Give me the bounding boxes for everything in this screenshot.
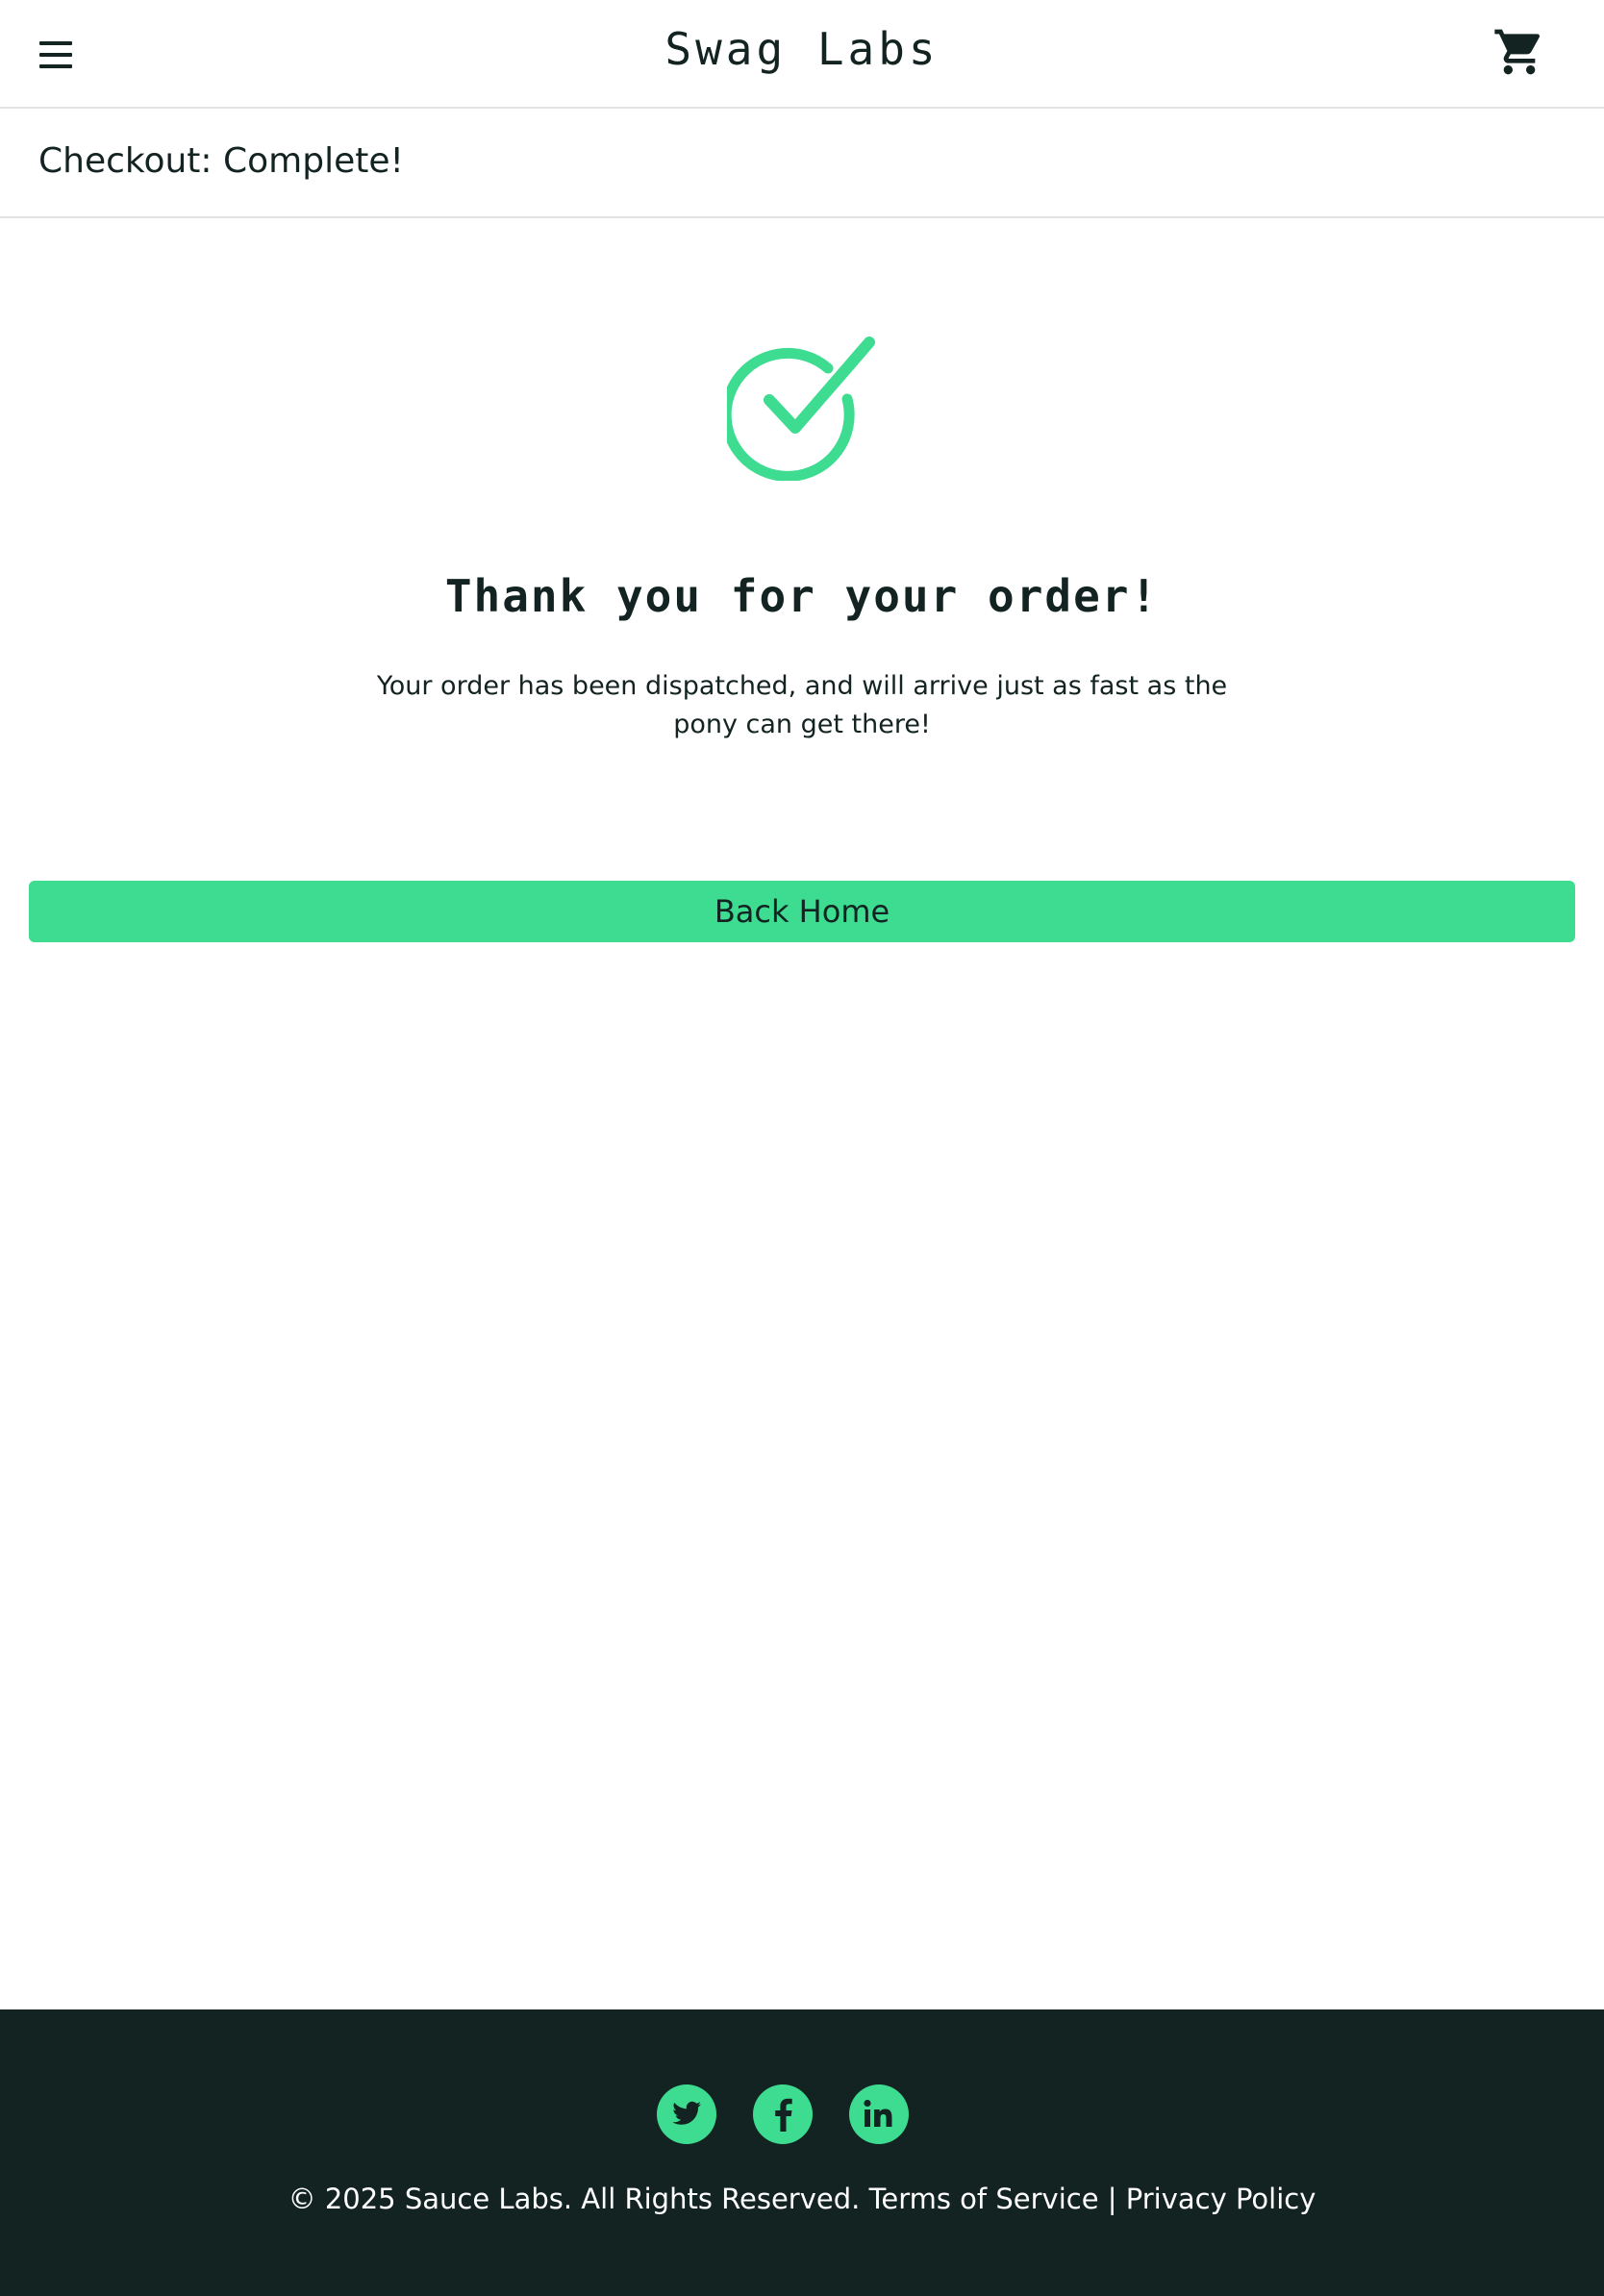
linkedin-icon (864, 2099, 892, 2127)
primary-header: Swag Labs (0, 0, 1604, 109)
twitter-link[interactable] (657, 2084, 716, 2144)
app-logo: Swag Labs (664, 23, 940, 75)
menu-button[interactable] (35, 35, 81, 77)
shopping-cart-link[interactable] (1491, 25, 1548, 79)
complete-text: Your order has been dispatched, and will… (376, 671, 1228, 739)
page-title: Checkout: Complete! (38, 141, 404, 181)
footer-copyright: © 2025 Sauce Labs. All Rights Reserved. … (288, 2183, 1316, 2215)
facebook-icon (775, 2098, 792, 2132)
checkout-complete-page: Swag Labs Checkout: Complete! Thank you … (0, 0, 1604, 2296)
facebook-link[interactable] (753, 2084, 813, 2144)
twitter-icon (672, 2101, 701, 2125)
shopping-cart-icon (1494, 29, 1541, 75)
back-home-button[interactable]: Back Home (29, 881, 1575, 942)
checkmark-circle-icon (727, 337, 875, 481)
menu-icon-bar (39, 41, 72, 45)
complete-header: Thank you for your order! (444, 570, 1160, 622)
menu-icon-bar (39, 64, 72, 68)
footer: © 2025 Sauce Labs. All Rights Reserved. … (0, 2009, 1604, 2296)
secondary-header: Checkout: Complete! (0, 109, 1604, 218)
menu-icon-bar (39, 53, 72, 57)
linkedin-link[interactable] (849, 2084, 909, 2144)
